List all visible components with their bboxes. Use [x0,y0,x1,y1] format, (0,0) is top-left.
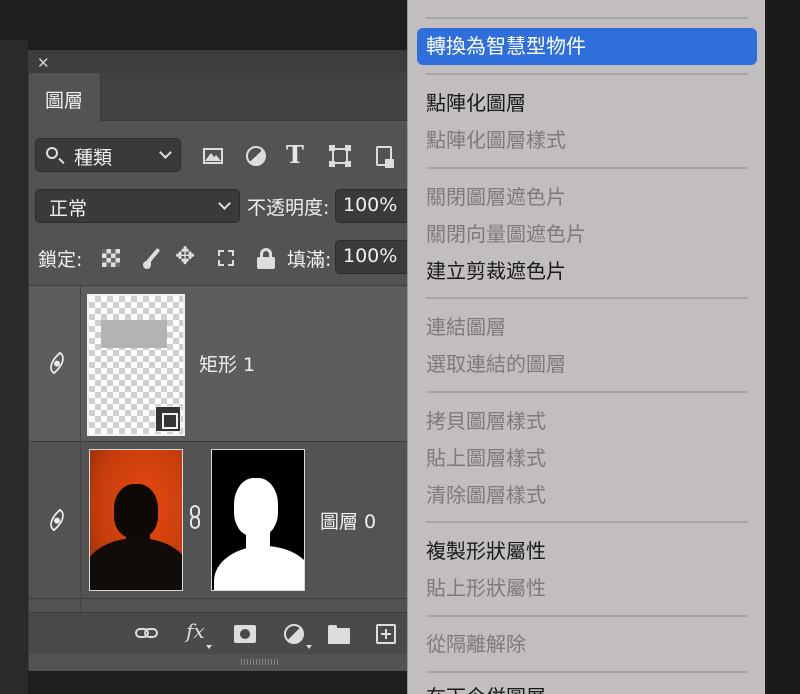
menu-separator [426,615,748,617]
menu-separator [426,521,748,523]
menu-separator [426,297,748,299]
chevron-down-icon [218,197,231,210]
fill-label: 填滿: [287,249,332,271]
menu-item-link-layers[interactable]: 連結圖層 [426,314,506,340]
adjustment-layer-filter-icon[interactable] [244,144,268,168]
menu-item-paste-shape-attributes[interactable]: 貼上形狀屬性 [426,575,546,601]
shape-layer-filter-icon[interactable] [328,144,352,168]
menu-separator [426,671,748,673]
layer-thumbnail[interactable] [87,294,185,436]
visibility-toggle[interactable] [29,286,81,442]
menu-item-rasterize-layer-style[interactable]: 點陣化圖層樣式 [426,127,566,153]
filter-kind-value: 種類 [74,147,113,169]
lock-all-icon[interactable] [254,246,278,270]
menu-separator [426,73,748,75]
background-edge [0,40,28,694]
menu-item-paste-layer-style[interactable]: 貼上圖層樣式 [426,445,546,471]
lock-transparent-pixels-icon[interactable] [99,246,123,270]
menu-item-release-from-isolation[interactable]: 從隔離解除 [426,631,526,657]
shape-preview [101,320,167,348]
background-edge [765,0,800,694]
shape-layer-badge-icon [155,406,181,432]
menu-item-disable-layer-mask[interactable]: 關閉圖層遮色片 [426,184,566,210]
close-icon[interactable]: ✕ [37,54,50,72]
new-layer-icon[interactable] [375,623,399,645]
opacity-label: 不透明度: [247,197,330,219]
layers-panel: ✕ 圖層 種類 T 正常 不透明度: 100% 鎖定: ✥ 填滿: 100% 矩… [28,50,421,671]
blend-mode-value: 正常 [49,198,88,220]
fill-value: 100% [343,245,398,267]
menu-item-disable-vector-mask[interactable]: 關閉向量圖遮色片 [426,221,586,247]
pixel-layer-filter-icon[interactable] [201,144,225,168]
menu-separator [426,391,748,393]
menu-item-create-clipping-mask[interactable]: 建立剪裁遮色片 [426,258,566,284]
menu-item-merge-down[interactable]: 在下今併圖層 [426,684,546,694]
layer-thumbnail[interactable] [89,449,183,591]
menu-item-convert-to-smart-object[interactable]: 轉換為智慧型物件 [417,28,757,65]
menu-item-rasterize-layer[interactable]: 點陣化圖層 [426,90,526,116]
filter-kind-select[interactable]: 種類 [35,138,181,172]
lock-artboard-icon[interactable] [214,246,238,270]
smart-object-filter-icon[interactable] [373,144,397,168]
link-layers-icon[interactable] [135,623,159,645]
layer-row-rectangle[interactable]: 矩形 1 [29,286,419,442]
lock-label: 鎖定: [38,249,83,271]
menu-item-copy-shape-attributes[interactable]: 複製形狀屬性 [426,538,546,564]
layer-mask-thumbnail[interactable] [211,449,305,591]
eye-icon[interactable] [45,351,69,375]
layer-row-partial [29,600,419,612]
lock-position-icon[interactable]: ✥ [175,242,199,270]
adjustment-layer-icon[interactable] [282,623,312,649]
blend-mode-select[interactable]: 正常 [35,189,240,223]
opacity-value: 100% [343,194,398,216]
tab-layers-label: 圖層 [45,90,84,112]
tab-layers[interactable]: 圖層 [29,73,101,122]
chain-link-icon[interactable] [189,505,201,529]
eye-icon[interactable] [45,508,69,532]
panel-tab-bar: 圖層 [29,73,419,122]
menu-item-select-linked-layers[interactable]: 選取連結的圖層 [426,351,566,377]
group-folder-icon[interactable] [327,623,351,645]
type-layer-filter-icon[interactable]: T [286,140,310,169]
layer-name[interactable]: 矩形 1 [199,350,255,377]
chevron-down-icon [159,146,172,159]
visibility-toggle[interactable] [29,443,81,599]
layers-bottom-toolbar: fx [29,612,419,654]
panel-title-bar[interactable]: ✕ [29,51,419,73]
menu-separator [426,17,748,19]
lock-image-pixels-icon[interactable] [140,246,164,270]
fx-label: fx [186,619,205,643]
search-icon [46,147,58,159]
resize-grip[interactable] [29,655,419,671]
layer-name[interactable]: 圖層 0 [320,507,376,534]
fx-icon[interactable]: fx [186,619,216,649]
menu-item-clear-layer-style[interactable]: 清除圖層樣式 [426,482,546,508]
context-menu: 轉換為智慧型物件 點陣化圖層 點陣化圖層樣式 關閉圖層遮色片 關閉向量圖遮色片 … [407,0,765,694]
menu-item-copy-layer-style[interactable]: 拷貝圖層樣式 [426,408,546,434]
layer-row-layer-0[interactable]: 圖層 0 [29,443,419,599]
add-mask-icon[interactable] [233,623,257,645]
menu-separator [426,167,748,169]
